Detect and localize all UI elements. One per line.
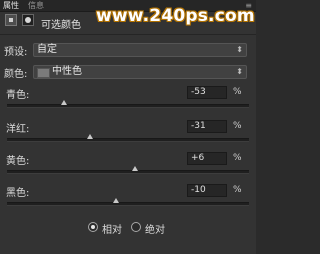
percent-unit: % bbox=[233, 121, 242, 131]
dropdown-arrows-icon: ⬍ bbox=[236, 67, 243, 76]
radio-label: 相对 bbox=[102, 225, 122, 236]
preset-value: 自定 bbox=[37, 44, 57, 55]
slider-value-field[interactable]: -10 bbox=[187, 184, 227, 197]
slider-thumb[interactable] bbox=[60, 100, 67, 105]
slider-thumb[interactable] bbox=[112, 198, 119, 203]
percent-unit: % bbox=[233, 185, 242, 195]
slider-value-field[interactable]: +6 bbox=[187, 152, 227, 165]
slider-track[interactable] bbox=[7, 202, 249, 206]
adjustment-layer-icon[interactable] bbox=[5, 14, 17, 26]
radio-button[interactable] bbox=[131, 222, 141, 232]
slider-label: 青色: bbox=[6, 90, 30, 101]
slider-track[interactable] bbox=[7, 138, 249, 142]
colors-dropdown[interactable]: 中性色 ⬍ bbox=[33, 65, 247, 79]
divider bbox=[0, 34, 256, 35]
tab-properties[interactable]: 属性 bbox=[3, 1, 19, 10]
radio-label: 绝对 bbox=[145, 225, 165, 236]
color-swatch bbox=[37, 68, 50, 78]
preset-label: 预设: bbox=[4, 47, 28, 58]
panel-title: 可选颜色 bbox=[41, 20, 81, 31]
slider-value-field[interactable]: -31 bbox=[187, 120, 227, 133]
colors-label: 颜色: bbox=[4, 69, 28, 80]
properties-panel: 属性 信息 ≡ www.240ps.com 可选颜色 预设: 自定 ⬍ 颜色: … bbox=[0, 0, 256, 254]
slider-track[interactable] bbox=[7, 170, 249, 174]
colors-value: 中性色 bbox=[52, 66, 82, 77]
slider-track[interactable] bbox=[7, 104, 249, 108]
tab-info[interactable]: 信息 bbox=[28, 1, 44, 10]
percent-unit: % bbox=[233, 87, 242, 97]
slider-label: 洋红: bbox=[6, 124, 30, 135]
panel-title-row: 可选颜色 bbox=[0, 12, 256, 32]
preset-dropdown[interactable]: 自定 ⬍ bbox=[33, 43, 247, 57]
layer-mask-icon[interactable] bbox=[22, 14, 34, 26]
slider-thumb[interactable] bbox=[87, 134, 94, 139]
percent-unit: % bbox=[233, 153, 242, 163]
slider-label: 黄色: bbox=[6, 156, 30, 167]
slider-label: 黑色: bbox=[6, 188, 30, 199]
radio-button[interactable] bbox=[88, 222, 98, 232]
slider-value-field[interactable]: -53 bbox=[187, 86, 227, 99]
dropdown-arrows-icon: ⬍ bbox=[236, 45, 243, 54]
slider-thumb[interactable] bbox=[132, 166, 139, 171]
